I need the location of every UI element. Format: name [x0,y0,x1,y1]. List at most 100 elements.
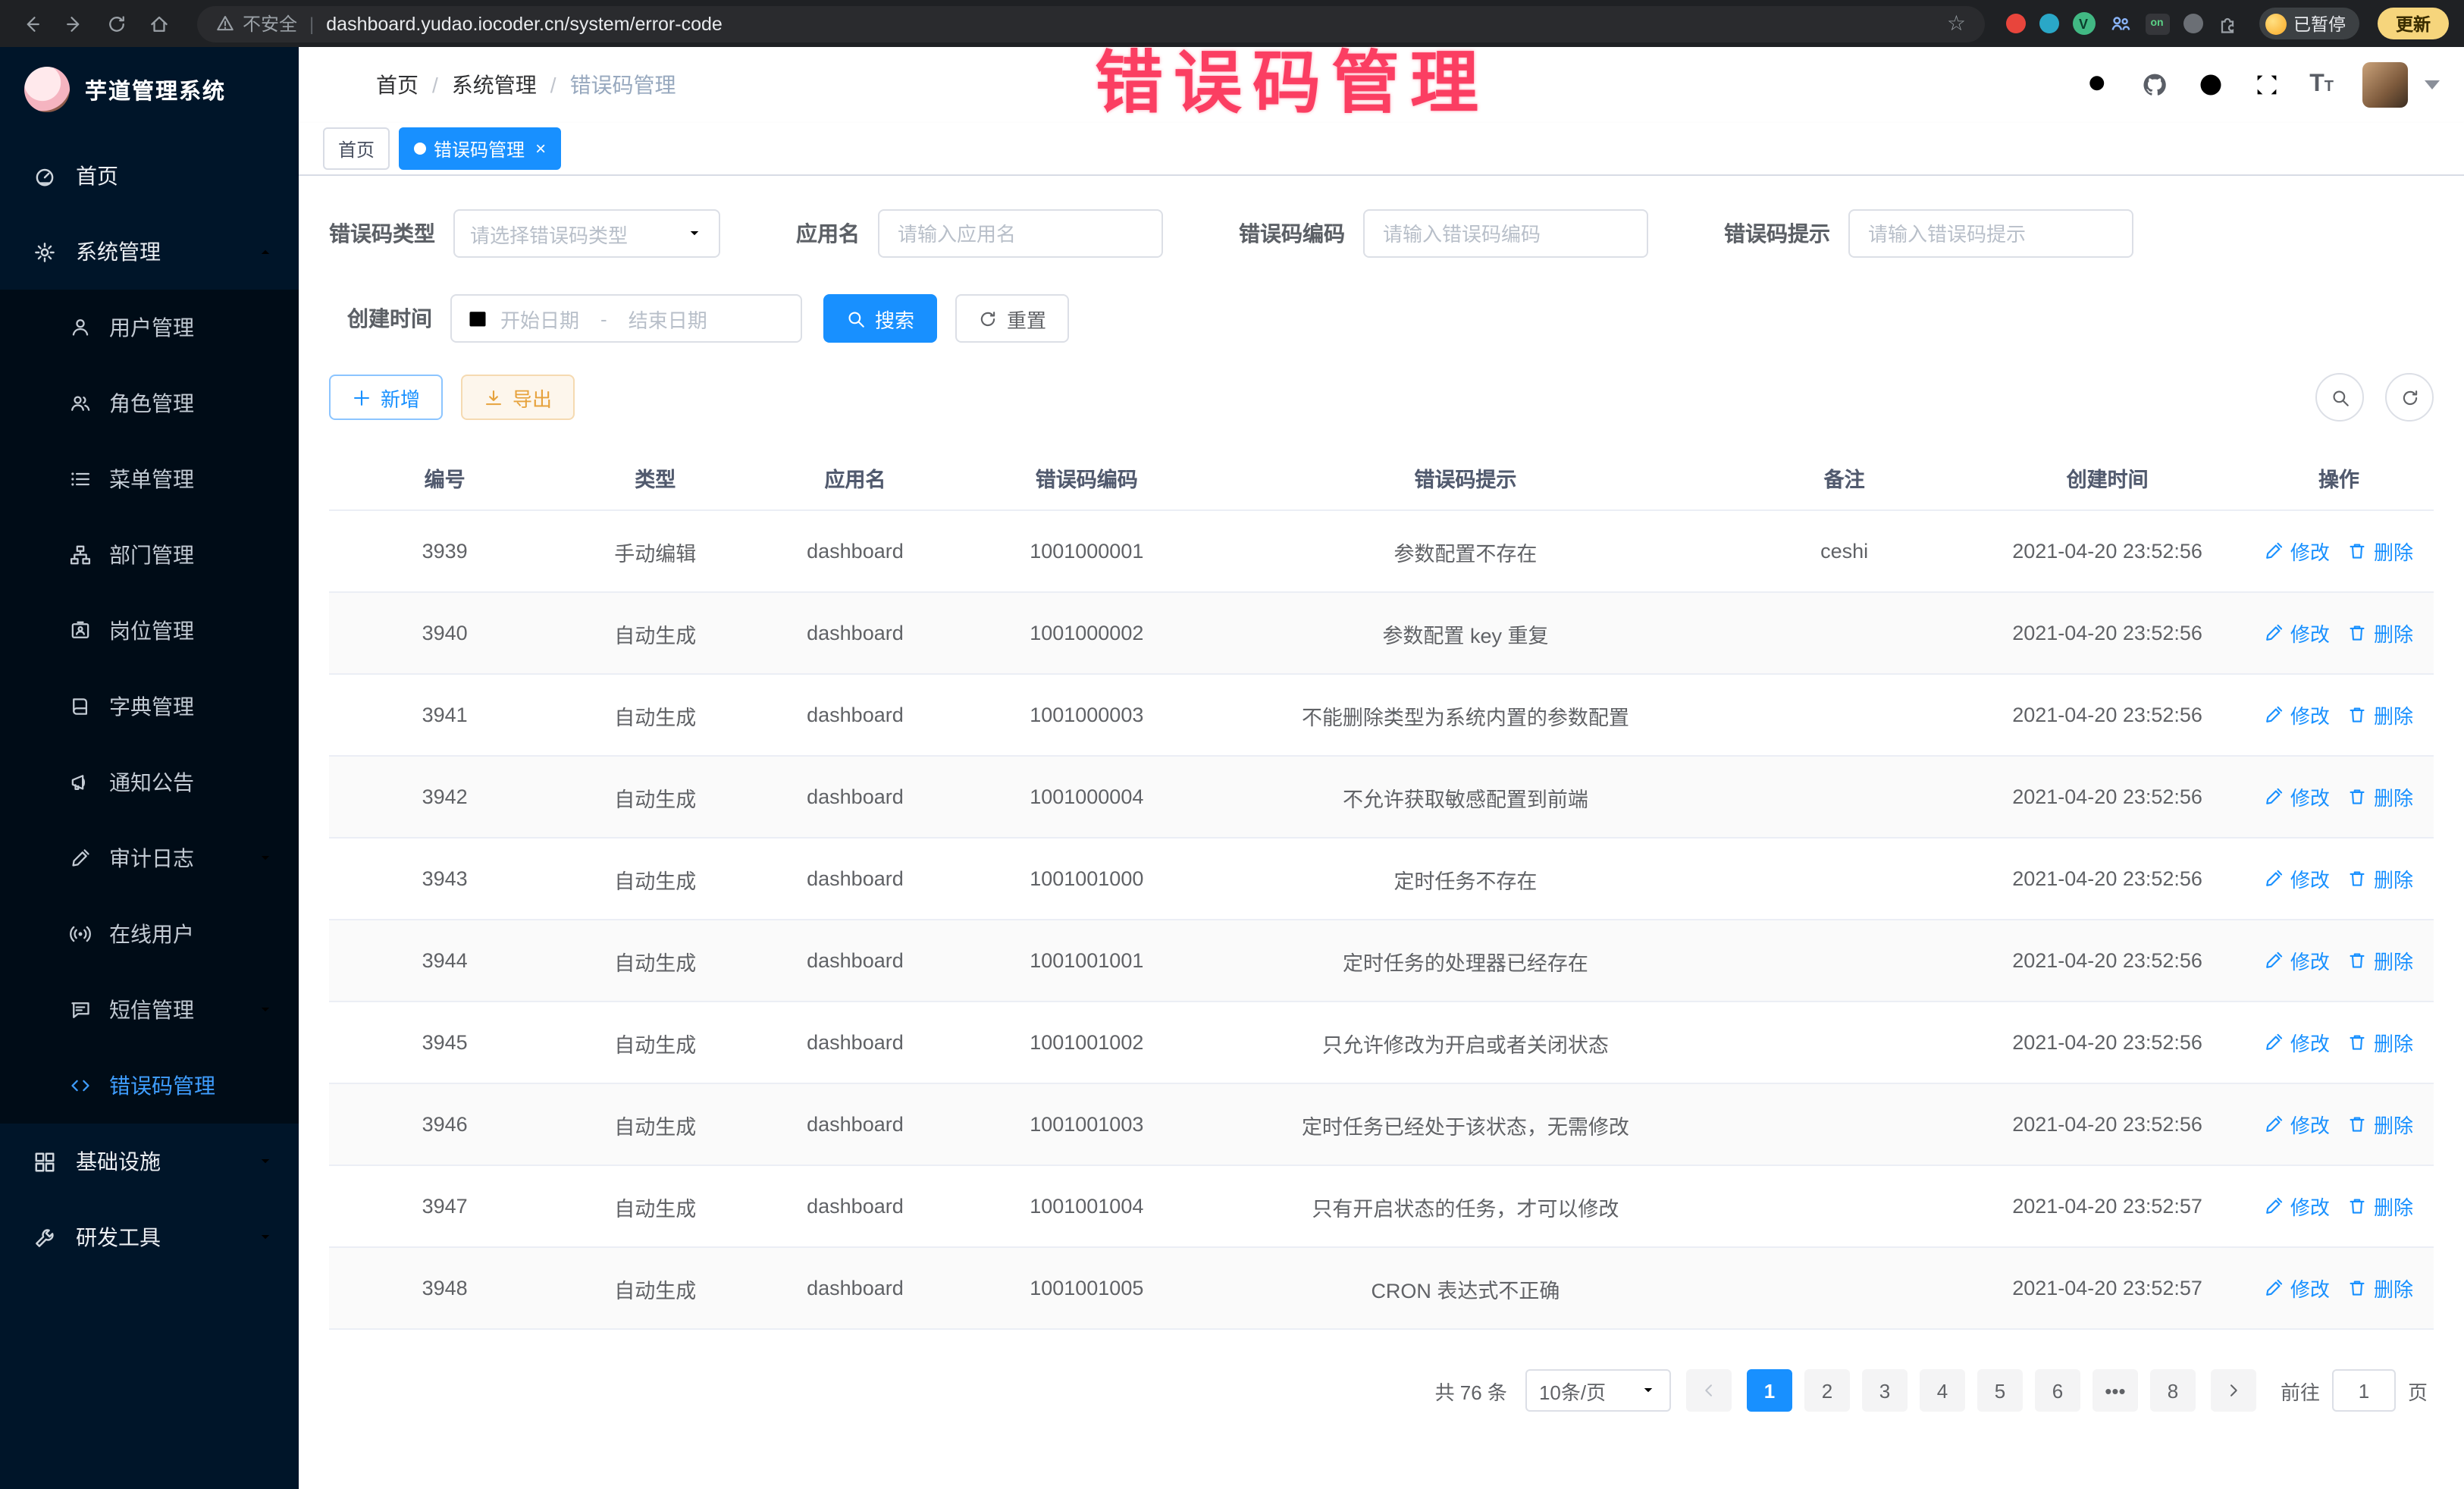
delete-link[interactable]: 删除 [2348,537,2413,566]
cell-actions: 修改 删除 [2244,1186,2434,1227]
browser-update-button[interactable]: 更新 [2378,8,2449,39]
sidebar-submenu-item[interactable]: 用户管理 [0,290,299,365]
hamburger-icon[interactable] [323,71,352,99]
delete-link-label: 删除 [2374,1274,2413,1302]
filter-row-1: 错误码类型 请选择错误码类型 应用名 错误码编码 [329,209,2434,258]
sidebar-submenu-item[interactable]: 岗位管理 [0,593,299,669]
sidebar-submenu-item[interactable]: 在线用户 [0,896,299,972]
edit-link[interactable]: 修改 [2265,619,2330,647]
fullscreen-icon[interactable] [2253,71,2281,99]
sidebar-item[interactable]: 研发工具 [0,1199,299,1275]
app-logo[interactable]: 芋道管理系统 [0,47,299,132]
prev-page-button[interactable] [1686,1369,1732,1412]
delete-link[interactable]: 删除 [2348,1274,2413,1302]
online-icon [70,923,91,945]
cell-app: dashboard [750,1189,961,1224]
help-icon[interactable] [2197,71,2224,99]
edit-link[interactable]: 修改 [2265,864,2330,893]
address-bar[interactable]: 不安全 | dashboard.yudao.iocoder.cn/system/… [197,5,1984,42]
vue-devtools-icon[interactable]: V [2072,12,2095,35]
edit-link[interactable]: 修改 [2265,537,2330,566]
add-button[interactable]: 新增 [329,375,443,420]
edit-link[interactable]: 修改 [2265,1192,2330,1221]
error-code-input[interactable] [1380,221,1632,246]
sidebar-submenu-item[interactable]: 角色管理 [0,365,299,441]
next-page-button[interactable] [2211,1369,2256,1412]
sidebar-item-system[interactable]: 系统管理 [0,214,299,290]
edit-link[interactable]: 修改 [2265,946,2330,975]
edit-link[interactable]: 修改 [2265,1110,2330,1139]
sidebar-submenu-item[interactable]: 通知公告 [0,744,299,820]
goto-page-input[interactable] [2332,1369,2396,1412]
extension-people-icon[interactable] [2108,12,2131,35]
more-pages-button[interactable]: ••• [2093,1369,2138,1412]
sidebar-submenu-item[interactable]: 错误码管理 [0,1048,299,1124]
page-number-button[interactable]: 8 [2150,1369,2196,1412]
github-icon[interactable] [2141,71,2168,99]
sidebar-submenu-item[interactable]: 菜单管理 [0,441,299,517]
delete-link[interactable]: 删除 [2348,701,2413,729]
close-icon[interactable]: × [535,139,546,158]
delete-link-label: 删除 [2374,946,2413,975]
search-button[interactable]: 搜索 [823,294,937,343]
delete-link[interactable]: 删除 [2348,619,2413,647]
page-number-button[interactable]: 4 [1920,1369,1965,1412]
error-hint-input[interactable] [1865,221,2117,246]
cell-app: dashboard [750,534,961,569]
reset-button[interactable]: 重置 [955,294,1069,343]
browser-home-button[interactable] [143,7,176,40]
extensions-puzzle-icon[interactable] [2216,13,2237,34]
export-button[interactable]: 导出 [461,375,575,420]
menu-item-label: 通知公告 [109,767,194,798]
browser-back-button[interactable] [15,7,49,40]
edit-link[interactable]: 修改 [2265,782,2330,811]
font-size-icon[interactable]: TT [2309,71,2334,99]
delete-link[interactable]: 删除 [2348,946,2413,975]
sidebar-item-home[interactable]: 首页 [0,138,299,214]
error-type-select[interactable]: 请选择错误码类型 [453,209,720,258]
sidebar-item[interactable]: 基础设施 [0,1124,299,1199]
tab-error-code[interactable]: 错误码管理 × [399,127,561,170]
browser-forward-button[interactable] [58,7,91,40]
sidebar-submenu-item[interactable]: 部门管理 [0,517,299,593]
page-number-button[interactable]: 3 [1862,1369,1908,1412]
page-size-select[interactable]: 10条/页 [1525,1369,1671,1412]
edit-link[interactable]: 修改 [2265,1274,2330,1302]
sidebar-submenu-item[interactable]: 字典管理 [0,669,299,744]
sidebar-submenu-item[interactable]: 审计日志 [0,820,299,896]
extension-red-icon[interactable] [2005,14,2025,33]
delete-link[interactable]: 删除 [2348,1110,2413,1139]
refresh-table-button[interactable] [2385,373,2434,422]
user-avatar[interactable] [2362,62,2408,108]
bookmark-star-icon[interactable]: ☆ [1947,11,1966,36]
page-number-button[interactable]: 1 [1747,1369,1792,1412]
delete-link[interactable]: 删除 [2348,1192,2413,1221]
delete-link[interactable]: 删除 [2348,1028,2413,1057]
browser-reload-button[interactable] [100,7,133,40]
proxy-extension-icon[interactable]: on [2145,13,2169,34]
page-url[interactable]: dashboard.yudao.iocoder.cn/system/error-… [326,13,723,34]
toggle-search-button[interactable] [2315,373,2364,422]
tab-home[interactable]: 首页 [323,127,390,170]
security-warning[interactable]: 不安全 [215,11,297,36]
app-name-input[interactable] [895,221,1146,246]
page-number-button[interactable]: 6 [2035,1369,2080,1412]
breadcrumb-home[interactable]: 首页 [376,70,419,100]
breadcrumb-system[interactable]: 系统管理 [452,70,537,100]
paused-badge[interactable]: 已暂停 [2259,8,2359,39]
edit-link[interactable]: 修改 [2265,1028,2330,1057]
extension-blue-icon[interactable] [2039,14,2058,33]
delete-link[interactable]: 删除 [2348,864,2413,893]
page-number-button[interactable]: 5 [1977,1369,2023,1412]
search-icon[interactable] [2085,71,2112,99]
date-range-picker[interactable]: 开始日期 - 结束日期 [450,294,802,343]
edit-link[interactable]: 修改 [2265,701,2330,729]
add-button-label: 新增 [381,383,420,412]
sidebar-submenu-item[interactable]: 短信管理 [0,972,299,1048]
chevron-up-icon [256,243,274,261]
delete-link[interactable]: 删除 [2348,782,2413,811]
page-number-button[interactable]: 2 [1804,1369,1850,1412]
avatar-caret-icon[interactable] [2425,80,2440,89]
cell-code: 1001001003 [961,1107,1213,1142]
extension-gray-icon[interactable] [2183,14,2202,33]
